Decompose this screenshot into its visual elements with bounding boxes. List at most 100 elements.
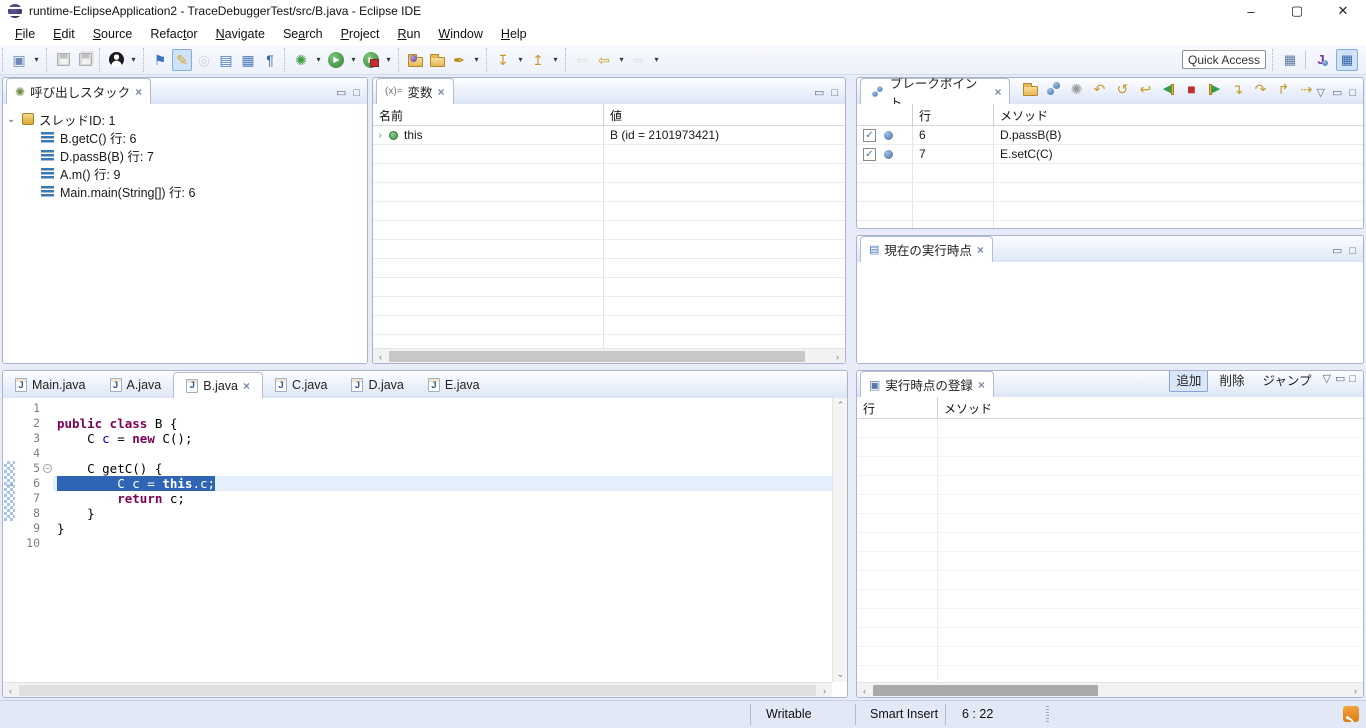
menu-edit[interactable]: Edit (44, 25, 84, 43)
dropdown-icon[interactable]: ▾ (383, 49, 394, 71)
chevron-down-icon[interactable]: ⌄ (7, 114, 17, 125)
column-name[interactable]: 名前 (373, 104, 603, 126)
code-line-5[interactable]: C getC() { (53, 461, 832, 476)
column-line[interactable]: 行 (857, 397, 937, 419)
skip-all-breakpoints-icon[interactable]: ✺ (1066, 78, 1086, 100)
pen-icon[interactable]: ✒ (449, 49, 469, 71)
breakpoint-row[interactable]: ✓7E.setC(C) (857, 145, 1363, 164)
stack-frame[interactable]: B.getC() 行: 6 (7, 128, 367, 146)
editor-tab-Main.java[interactable]: JMain.java (3, 372, 98, 398)
scroll-up-icon[interactable]: ⌃ (833, 398, 848, 413)
run-external-icon[interactable] (361, 49, 381, 71)
scroll-right-icon[interactable]: › (830, 349, 845, 364)
menu-window[interactable]: Window (429, 25, 491, 43)
reverse-step-return-icon[interactable]: ↩ (1135, 78, 1155, 100)
close-icon[interactable]: × (438, 85, 445, 99)
run-to-line-icon[interactable]: ⇢ (1296, 78, 1316, 100)
scroll-thumb[interactable] (19, 685, 816, 696)
code-line-6[interactable]: C c = this.c; (53, 476, 832, 491)
code-line-8[interactable]: } (53, 506, 832, 521)
editor-vscrollbar[interactable]: ⌃ ⌄ (832, 398, 847, 682)
scroll-left-icon[interactable]: ‹ (857, 683, 872, 698)
save-all-icon[interactable] (75, 49, 95, 71)
reverse-step-into-icon[interactable]: ↶ (1089, 78, 1109, 100)
line-number[interactable]: 5 (16, 461, 40, 476)
dropdown-icon[interactable]: ▾ (471, 49, 482, 71)
editor-tab-A.java[interactable]: JA.java (98, 372, 174, 398)
editor-tab-B.java[interactable]: JB.java× (173, 372, 263, 398)
maximize-view-icon[interactable]: □ (831, 88, 838, 99)
minimize-window-icon[interactable]: – (1228, 0, 1274, 22)
prev-annotation-icon[interactable]: ↥ (528, 49, 548, 71)
editor-tab-D.java[interactable]: JD.java (339, 372, 415, 398)
code-line-2[interactable]: public class B { (53, 416, 832, 431)
editor-tab-E.java[interactable]: JE.java (416, 372, 492, 398)
dropdown-icon[interactable]: ▾ (313, 49, 324, 71)
trace-flag-icon[interactable]: ⚑ (150, 49, 170, 71)
editor-hscrollbar[interactable]: ‹ › (3, 682, 832, 697)
run-icon[interactable] (326, 49, 346, 71)
line-number[interactable]: 7 (16, 491, 40, 506)
code-line-9[interactable]: } (53, 521, 832, 536)
scroll-down-icon[interactable]: ⌄ (833, 667, 848, 682)
maximize-view-icon[interactable]: □ (1349, 88, 1356, 99)
user-account-icon[interactable] (106, 49, 126, 71)
current-point-tab[interactable]: ▤ 現在の実行時点 × (860, 236, 993, 262)
resume-backward-icon[interactable]: ◀ (1158, 78, 1178, 100)
dropdown-icon[interactable]: ▾ (550, 49, 561, 71)
code-line-10[interactable] (53, 536, 832, 551)
folding-ruler[interactable]: − (42, 401, 53, 551)
scroll-thumb[interactable] (873, 685, 1098, 696)
fold-marker[interactable]: − (42, 461, 53, 476)
menu-run[interactable]: Run (388, 25, 429, 43)
menu-help[interactable]: Help (492, 25, 536, 43)
scroll-left-icon[interactable]: ‹ (3, 683, 18, 698)
registration-button-削除[interactable]: 削除 (1212, 370, 1251, 392)
variables-tab[interactable]: (x)= 変数 × (376, 78, 454, 104)
next-annotation-icon[interactable]: ↧ (493, 49, 513, 71)
scroll-left-icon[interactable]: ‹ (373, 349, 388, 364)
minimize-view-icon[interactable]: ▭ (1332, 246, 1342, 257)
open-folder-icon[interactable] (427, 49, 447, 71)
show-view-doc-icon[interactable]: ▦ (238, 49, 258, 71)
code-content[interactable]: public class B { C c = new C(); C getC()… (53, 401, 832, 551)
line-number[interactable]: 10 (16, 536, 40, 551)
chevron-right-icon[interactable]: › (373, 130, 387, 141)
menu-navigate[interactable]: Navigate (207, 25, 274, 43)
editor-tab-C.java[interactable]: JC.java (263, 372, 339, 398)
stack-frame[interactable]: D.passB(B) 行: 7 (7, 146, 367, 164)
maximize-window-icon[interactable]: ▢ (1274, 0, 1320, 22)
minimize-view-icon[interactable]: ▭ (1332, 88, 1342, 99)
step-into-icon[interactable]: ↴ (1227, 78, 1247, 100)
stack-frame[interactable]: A.m() 行: 9 (7, 164, 367, 182)
variable-row[interactable]: ›thisB (id = 2101973421) (373, 126, 845, 145)
breakpoint-row[interactable]: ✓6D.passB(B) (857, 126, 1363, 145)
highlight-marker-icon[interactable]: ✎ (172, 49, 192, 71)
save-icon[interactable] (53, 49, 73, 71)
registration-button-ジャンプ[interactable]: ジャンプ (1255, 370, 1318, 392)
registration-button-追加[interactable]: 追加 (1169, 370, 1208, 392)
call-stack-tab[interactable]: ✺ 呼び出しスタック × (6, 78, 151, 104)
show-whitespace-icon[interactable]: ¶ (260, 49, 280, 71)
column-method[interactable]: メソッド (994, 104, 1048, 126)
thread-node[interactable]: ⌄スレッドID: 1 (7, 110, 367, 128)
terminate-icon[interactable]: ■ (1181, 78, 1201, 100)
line-number-ruler[interactable]: 12345678910 (16, 401, 40, 551)
scroll-right-icon[interactable]: › (1348, 683, 1363, 698)
open-type-icon[interactable]: ▤ (216, 49, 236, 71)
close-window-icon[interactable]: ✕ (1320, 0, 1366, 22)
news-feed-icon[interactable] (1343, 706, 1359, 722)
code-line-7[interactable]: return c; (53, 491, 832, 506)
code-line-4[interactable] (53, 446, 832, 461)
java-perspective-button[interactable]: J (1310, 49, 1332, 71)
close-icon[interactable]: × (243, 379, 250, 393)
scroll-right-icon[interactable]: › (817, 683, 832, 698)
menu-project[interactable]: Project (332, 25, 389, 43)
stack-frame[interactable]: Main.main(String[]) 行: 6 (7, 182, 367, 200)
dropdown-icon[interactable]: ▾ (31, 49, 42, 71)
line-number[interactable]: 2 (16, 416, 40, 431)
menu-file[interactable]: File (6, 25, 44, 43)
line-number[interactable]: 4 (16, 446, 40, 461)
open-folder-icon[interactable] (1020, 78, 1040, 100)
quick-access-box[interactable]: Quick Access (1182, 50, 1266, 69)
